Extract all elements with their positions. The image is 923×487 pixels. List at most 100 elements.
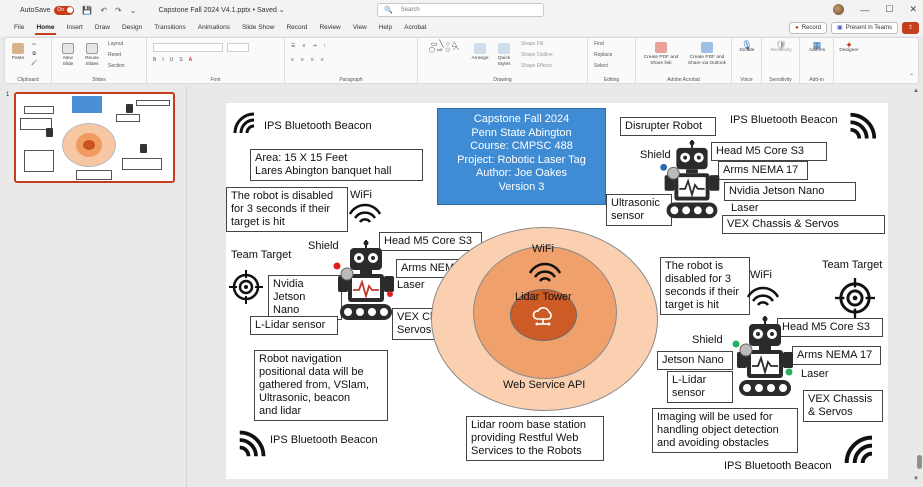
undo-icon[interactable]: ↶ (100, 6, 107, 15)
autosave-toggle[interactable]: On (54, 5, 75, 15)
beacon-label-top-right: IPS Bluetooth Beacon (730, 114, 838, 126)
share-button[interactable]: ⇪ (901, 22, 919, 34)
target-icon (229, 270, 263, 304)
lidar-tower-label: Lidar Tower (515, 291, 572, 303)
share-icon: ⇪ (907, 24, 913, 31)
customize-qat-icon[interactable]: ⌄ (130, 6, 137, 15)
align-left-icon[interactable]: ≡ (291, 57, 294, 63)
tab-acrobat[interactable]: Acrobat (398, 20, 432, 36)
sensitivity-button[interactable]: 🛡 Sensitivity (766, 41, 796, 54)
tab-help[interactable]: Help (373, 20, 398, 36)
font-color-icon[interactable]: A (189, 57, 192, 63)
beacon-label-bottom-right: IPS Bluetooth Beacon (724, 460, 832, 472)
justify-icon[interactable]: ≡ (321, 57, 324, 63)
quick-styles-label: Quick Styles (497, 56, 511, 67)
minimize-icon[interactable]: — (860, 5, 869, 15)
copy-icon[interactable]: ⧉ (32, 51, 36, 57)
sensitivity-group-label: Sensitivity (769, 77, 792, 83)
record-label: Record (801, 24, 822, 31)
indent-icon[interactable]: ⇥ (312, 43, 316, 49)
format-painter-icon[interactable]: 🖌 (31, 60, 37, 66)
replace-button[interactable]: Replace (594, 52, 612, 58)
font-group-label: Font (210, 77, 221, 83)
tab-transitions[interactable]: Transitions (148, 20, 192, 36)
vertical-scrollbar[interactable] (916, 97, 922, 474)
tab-home[interactable]: Home (30, 20, 60, 36)
bluetooth-beacon-icon (233, 112, 255, 134)
section-button[interactable]: Section (108, 63, 125, 69)
bullets-icon[interactable]: ☰ (291, 43, 295, 49)
designer-label: Designer (839, 48, 859, 53)
numbering-icon[interactable]: ≡ (302, 43, 305, 49)
paste-button[interactable]: Paste (9, 43, 27, 62)
font-size-select[interactable] (227, 43, 249, 52)
pane-splitter[interactable] (186, 86, 187, 487)
wifi-label-left: WiFi (350, 189, 372, 201)
tab-file[interactable]: File (8, 20, 30, 36)
slide-number: 1 (6, 92, 10, 98)
slide-thumbnail[interactable] (14, 92, 175, 183)
tab-record[interactable]: Record (280, 20, 313, 36)
quick-styles-icon (498, 43, 510, 54)
tab-insert[interactable]: Insert (61, 20, 89, 36)
align-right-icon[interactable]: ≡ (311, 57, 314, 63)
scroll-up-icon[interactable]: ▲ (913, 88, 919, 94)
line-spacing-icon[interactable]: ↕ (324, 43, 327, 49)
designer-button[interactable]: ✦ Designer (836, 41, 862, 54)
paragraph-group: ☰ ≡ ⇥ ↕ ≡ ≡ ≡ ≡ Paragraph (285, 38, 418, 85)
collapse-ribbon-icon[interactable]: ⌃ (909, 73, 914, 80)
thumb-text-box (116, 114, 140, 122)
slide-canvas[interactable]: IPS Bluetooth Beacon IPS Bluetooth Beaco… (226, 103, 888, 479)
italic-icon[interactable]: I (162, 57, 163, 63)
create-pdf-outlook-button[interactable]: Create PDF and Share via Outlook (684, 42, 730, 67)
cut-icon[interactable]: ✂ (32, 42, 36, 48)
reset-button[interactable]: Reset (108, 52, 121, 58)
search-box[interactable]: 🔍 Search (377, 3, 544, 17)
tab-design[interactable]: Design (116, 20, 148, 36)
arrange-button[interactable]: Arrange (470, 43, 490, 62)
shape-fill-button[interactable]: Shape Fill (521, 41, 543, 47)
slides-group: New Slide Reuse Slides Layout Reset Sect… (52, 38, 147, 85)
scrollbar-thumb[interactable] (917, 455, 922, 469)
clipboard-small: ✂ ⧉ 🖌 (31, 42, 37, 66)
shape-effects-button[interactable]: Shape Effects (521, 63, 552, 69)
create-pdf-share-button[interactable]: Create PDF and Share link (640, 42, 682, 67)
wifi-label-center: WiFi (532, 243, 554, 255)
shape-outline-button[interactable]: Shape Outline (521, 52, 553, 58)
font-name-select[interactable] (153, 43, 223, 52)
maximize-icon[interactable]: ☐ (885, 4, 893, 15)
new-slide-button[interactable]: New Slide (58, 43, 78, 68)
select-button[interactable]: Select (594, 63, 608, 69)
dictate-button[interactable]: 🎙 Dictate (736, 41, 758, 54)
avatar[interactable] (833, 4, 845, 15)
thumb-inner-ring (83, 140, 95, 150)
align-center-icon[interactable]: ≡ (301, 57, 304, 63)
tab-draw[interactable]: Draw (89, 20, 116, 36)
adobe-group-label: Adobe Acrobat (667, 77, 700, 83)
close-icon[interactable]: ✕ (909, 4, 917, 15)
slide-title-box: Capstone Fall 2024 Penn State Abington Cou… (437, 108, 606, 205)
redo-icon[interactable]: ↷ (115, 6, 122, 15)
layout-button[interactable]: Layout (108, 41, 123, 47)
save-icon[interactable]: 💾 (82, 6, 92, 15)
quick-styles-button[interactable]: Quick Styles (493, 43, 515, 68)
find-button[interactable]: Find (594, 41, 604, 47)
font-format-row: BI US A (153, 57, 192, 63)
present-in-teams-button[interactable]: ▣ Present in Teams (831, 22, 898, 34)
designer-group: ✦ Designer (834, 38, 864, 85)
tab-review[interactable]: Review (313, 20, 346, 36)
bold-icon[interactable]: B (153, 57, 156, 63)
record-button[interactable]: ● Record (789, 22, 828, 34)
tab-slide-show[interactable]: Slide Show (236, 20, 281, 36)
shapes-gallery[interactable]: ▭ ╲ ○ △ ⬡ ⇨ ☆ ◠ (422, 41, 466, 54)
tab-animations[interactable]: Animations (192, 20, 236, 36)
thumb-robot (140, 144, 147, 153)
strikethrough-icon[interactable]: S (179, 57, 182, 63)
scroll-down-icon[interactable]: ▼ (913, 476, 919, 482)
document-title[interactable]: Capstone Fall 2024 V4.1.pptx • Saved ⌄ (158, 6, 284, 14)
autosave-label: AutoSave (20, 6, 51, 14)
tab-view[interactable]: View (347, 20, 373, 36)
add-ins-button[interactable]: ▦ Add-ins (804, 41, 830, 54)
reuse-slides-button[interactable]: Reuse Slides (82, 43, 102, 68)
underline-icon[interactable]: U (170, 57, 174, 63)
